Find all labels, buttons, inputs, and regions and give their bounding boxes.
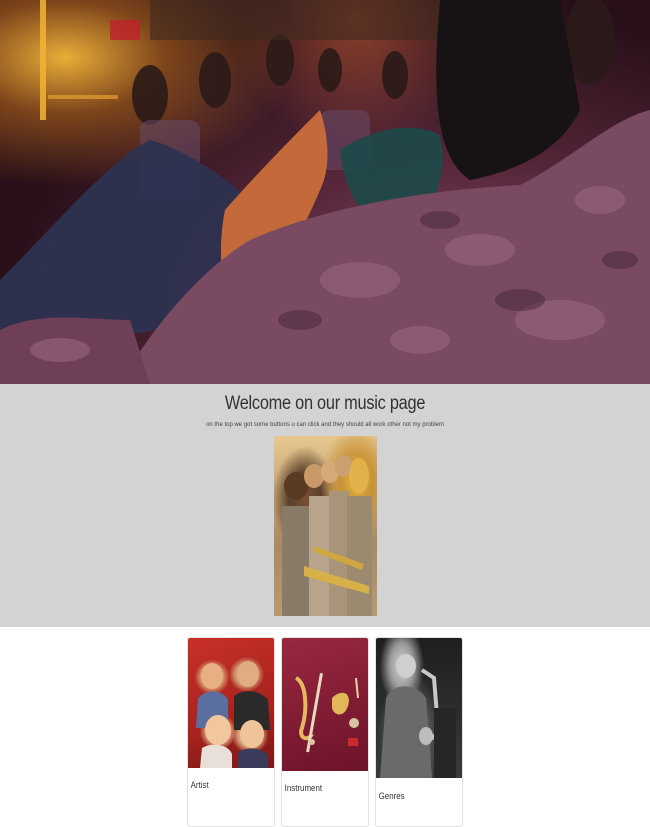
card-title-genres: Genres bbox=[378, 791, 405, 801]
hero-image bbox=[0, 0, 650, 384]
instrument-illustration bbox=[294, 673, 359, 753]
band-photo bbox=[273, 436, 377, 616]
artist-illustration bbox=[196, 661, 270, 768]
hero-illustration bbox=[0, 0, 650, 384]
category-cards: Artist Instrument Genres bbox=[0, 627, 650, 827]
page-title: Welcome on our music page bbox=[224, 393, 426, 414]
genres-illustration bbox=[380, 654, 456, 778]
card-genres[interactable]: Genres bbox=[375, 637, 463, 827]
card-instrument[interactable]: Instrument bbox=[281, 637, 369, 827]
genres-image bbox=[376, 638, 462, 778]
welcome-section: Welcome on our music page on the top we … bbox=[0, 384, 650, 627]
artist-image bbox=[188, 638, 274, 768]
band-photo-illustration bbox=[281, 455, 372, 616]
card-title-instrument: Instrument bbox=[284, 783, 323, 793]
card-artist[interactable]: Artist bbox=[187, 637, 275, 827]
instrument-image bbox=[282, 638, 368, 771]
card-title-artist: Artist bbox=[190, 780, 209, 790]
page-subtitle: on the top we got some buttons u can cli… bbox=[206, 422, 444, 428]
